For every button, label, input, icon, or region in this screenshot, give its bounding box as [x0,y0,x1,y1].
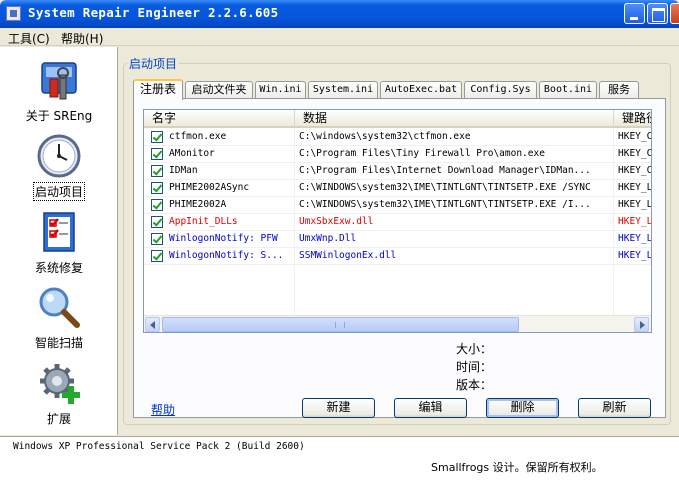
maximize-button[interactable] [647,3,668,24]
cell-data: C:\Program Files\Internet Download Manag… [299,165,591,176]
horizontal-scrollbar[interactable] [144,315,651,332]
row-checkbox[interactable] [151,233,163,245]
close-button[interactable] [670,3,679,24]
cell-keypath: HKEY_LOCAL_MACHINE [618,216,651,227]
gear-plus-icon [36,360,82,406]
list-header: 名字 数据 键路径 [144,110,651,128]
tab-boot-ini[interactable]: Boot.ini [539,81,597,99]
cell-name: AppInit_DLLs [169,216,238,227]
startup-list[interactable]: 名字 数据 键路径 ctfmon.exe C:\windows\system32\… [143,109,652,333]
cell-data: C:\WINDOWS\system32\IME\TINTLGNT\TINTSET… [299,182,591,193]
row-checkbox[interactable] [151,165,163,177]
status-bar: Windows XP Professional Service Pack 2 (… [0,436,679,481]
table-row[interactable]: IDMan C:\Program Files\Internet Download … [144,163,651,180]
sidebar: 关于 SREng 启动项目 系统修复 智能扫描 扩展 [0,47,118,435]
table-row[interactable]: WinlogonNotify: S... SSMWinlogonEx.dll HKE… [144,248,651,265]
row-checkbox[interactable] [151,250,163,262]
size-label: 大小： [456,342,493,356]
cell-name: WinlogonNotify: S... [169,250,284,261]
edit-button[interactable]: 编辑 [394,398,467,418]
sidebar-item-about[interactable]: 关于 SREng [0,57,118,124]
column-header-name[interactable]: 名字 [144,110,295,128]
scrollbar-thumb[interactable] [162,317,519,332]
cell-data: C:\Program Files\Tiny Firewall Pro\amon.… [299,148,545,159]
sidebar-item-extend[interactable]: 扩展 [0,360,118,427]
tab-registry[interactable]: 注册表 [133,79,183,100]
tab-system-ini[interactable]: System.ini [308,81,378,99]
cell-name: WinlogonNotify: PFW [169,233,278,244]
scroll-right-button[interactable] [634,317,649,332]
cell-name: AMonitor [169,148,215,159]
column-header-keypath[interactable]: 键路径 [614,110,651,128]
sidebar-item-label: 关于 SREng [25,109,93,123]
tab-autoexec-bat[interactable]: AutoExec.bat [380,81,462,99]
window-title: System Repair Engineer 2.2.6.605 [28,5,279,20]
cell-data: C:\windows\system32\ctfmon.exe [299,131,471,142]
os-info: Windows XP Professional Service Pack 2 (… [13,441,305,452]
copyright-text: Smallfrogs 设计。保留所有权利。 [431,461,603,474]
cell-keypath: HKEY_LOCAL_MACHINE [618,250,651,261]
sidebar-item-scan[interactable]: 智能扫描 [0,284,118,351]
toolbox-icon [36,57,82,103]
magnifier-icon [36,284,82,330]
sidebar-item-label: 智能扫描 [34,336,83,350]
cell-data: SSMWinlogonEx.dll [299,250,397,261]
group-title: 启动项目 [127,55,180,72]
version-label: 版本： [456,378,493,392]
sidebar-item-label: 启动项目 [32,182,86,201]
cell-name: PHIME2002ASync [169,182,250,193]
tab-win-ini[interactable]: Win.ini [255,81,306,99]
row-checkbox[interactable] [151,216,163,228]
table-row[interactable]: ctfmon.exe C:\windows\system32\ctfmon.exe… [144,129,651,146]
cell-keypath: HKEY_CURRENT_USER [618,131,651,142]
sidebar-item-startup[interactable]: 启动项目 [0,133,118,201]
title-bar[interactable]: System Repair Engineer 2.2.6.605 [0,0,679,28]
sidebar-item-label: 扩展 [46,412,71,426]
checklist-icon [36,209,82,255]
menu-help[interactable]: 帮助(H) [61,30,103,47]
row-checkbox[interactable] [151,199,163,211]
cell-name: ctfmon.exe [169,131,227,142]
new-button[interactable]: 新建 [302,398,375,418]
table-row[interactable]: WinlogonNotify: PFW UmxWnp.Dll HKEY_LOCAL_… [144,231,651,248]
sidebar-item-repair[interactable]: 系统修复 [0,209,118,276]
cell-keypath: HKEY_LOCAL_MACHINE [618,182,651,193]
cell-data: UmxSbxExw.dll [299,216,374,227]
menu-tools[interactable]: 工具(C) [8,30,50,47]
cell-name: IDMan [169,165,198,176]
menu-bar: 工具(C) 帮助(H) [0,28,679,46]
help-link[interactable]: 帮助 [151,401,175,418]
cell-data: C:\WINDOWS\system32\IME\TINTLGNT\TINTSET… [299,199,591,210]
cell-keypath: HKEY_CURRENT_USER [618,148,651,159]
scroll-left-button[interactable] [145,317,160,332]
cell-name: PHIME2002A [169,199,227,210]
tab-strip: 注册表 启动文件夹 Win.ini System.ini AutoExec.ba… [133,79,663,100]
row-checkbox[interactable] [151,131,163,143]
sidebar-item-label: 系统修复 [34,261,83,275]
table-row[interactable]: AppInit_DLLs UmxSbxExw.dll HKEY_LOCAL_MACH… [144,214,651,231]
delete-button[interactable]: 删除 [486,398,559,418]
refresh-button[interactable]: 刷新 [578,398,651,418]
tab-services[interactable]: 服务 [599,81,639,99]
tab-startup-folder[interactable]: 启动文件夹 [185,81,253,99]
time-label: 时间： [456,360,493,374]
row-checkbox[interactable] [151,148,163,160]
app-icon[interactable] [6,6,21,21]
cell-data: UmxWnp.Dll [299,233,357,244]
cell-keypath: HKEY_CURRENT_USER [618,165,651,176]
cell-keypath: HKEY_LOCAL_MACHINE [618,233,651,244]
table-row[interactable]: PHIME2002ASync C:\WINDOWS\system32\IME\TI… [144,180,651,197]
minimize-button[interactable] [624,3,645,24]
table-row[interactable]: AMonitor C:\Program Files\Tiny Firewall P… [144,146,651,163]
clock-icon [36,133,82,179]
cell-keypath: HKEY_LOCAL_MACHINE [618,199,651,210]
row-checkbox[interactable] [151,182,163,194]
column-header-data[interactable]: 数据 [295,110,614,128]
table-row[interactable]: PHIME2002A C:\WINDOWS\system32\IME\TINTLG… [144,197,651,214]
tab-config-sys[interactable]: Config.Sys [464,81,537,99]
